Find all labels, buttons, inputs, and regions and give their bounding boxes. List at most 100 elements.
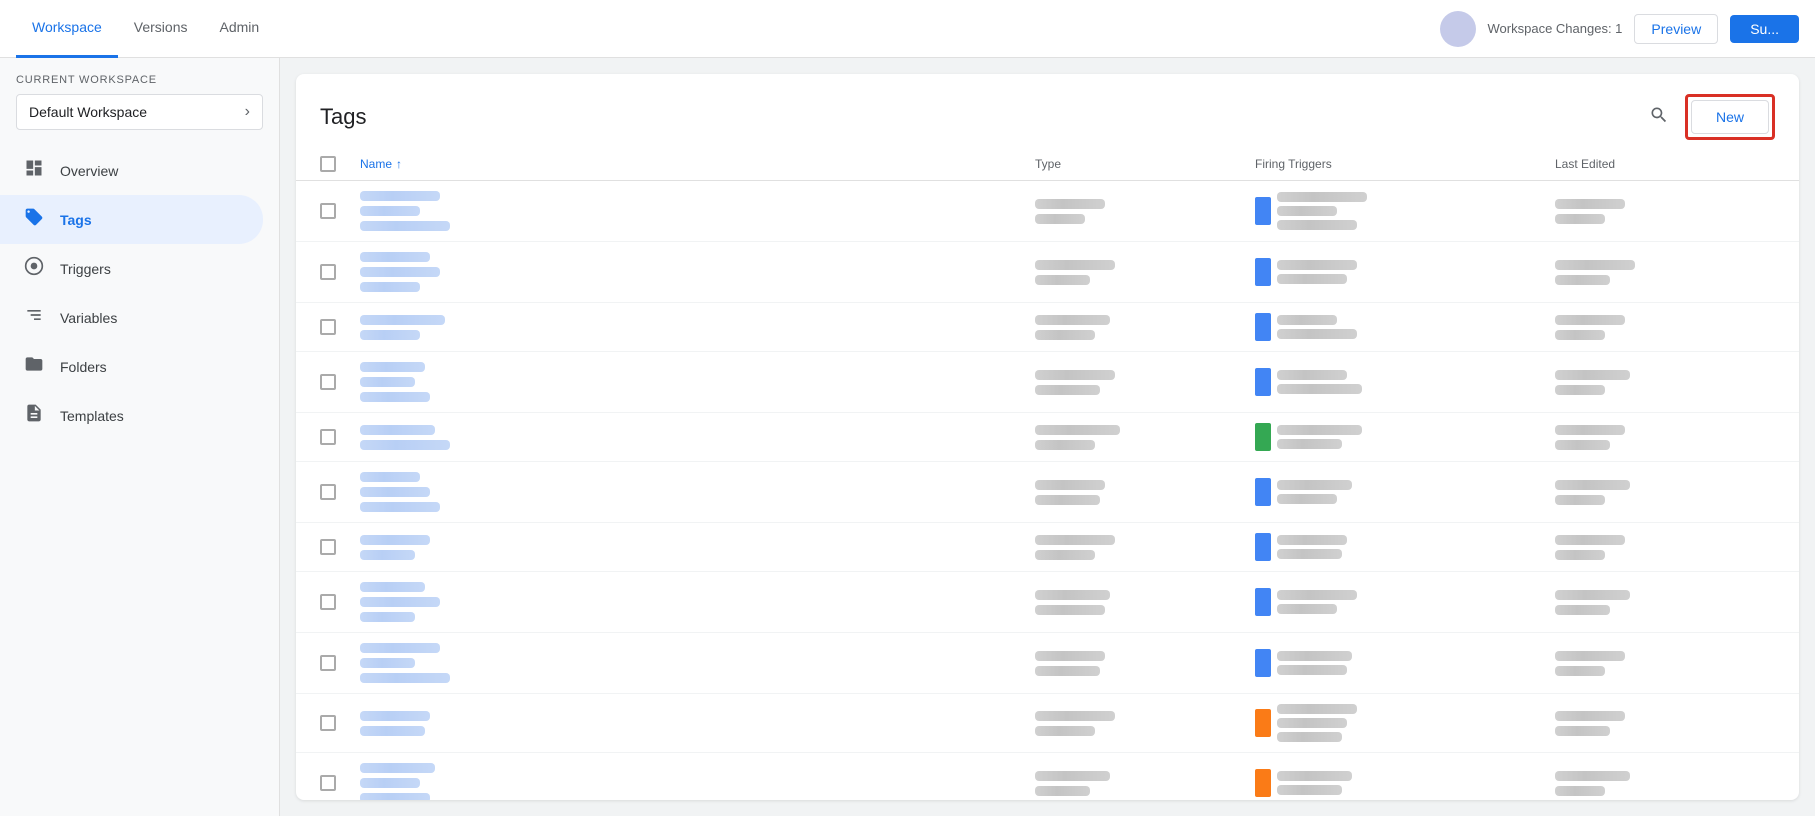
- last-edited-cell: [1555, 370, 1775, 395]
- trigger-icon: [1255, 649, 1271, 677]
- sidebar-item-variables[interactable]: Variables: [0, 293, 263, 342]
- row-checkbox[interactable]: [320, 594, 360, 610]
- sidebar-folders-label: Folders: [60, 359, 107, 375]
- sidebar-tags-label: Tags: [60, 212, 92, 228]
- col-header-firing-triggers: Firing Triggers: [1255, 157, 1555, 171]
- name-cell: [360, 582, 1035, 622]
- name-cell: [360, 643, 1035, 683]
- table-row[interactable]: [296, 303, 1799, 352]
- table-row[interactable]: [296, 462, 1799, 523]
- new-button[interactable]: New: [1691, 100, 1769, 134]
- search-button[interactable]: [1641, 97, 1677, 138]
- preview-button[interactable]: Preview: [1634, 14, 1718, 44]
- row-checkbox[interactable]: [320, 539, 360, 555]
- row-checkbox[interactable]: [320, 715, 360, 731]
- trigger-cell: [1255, 533, 1555, 561]
- type-cell: [1035, 315, 1255, 340]
- table-row[interactable]: [296, 753, 1799, 800]
- last-edited-cell: [1555, 771, 1775, 796]
- name-cell: [360, 425, 1035, 450]
- type-cell: [1035, 480, 1255, 505]
- row-checkbox[interactable]: [320, 319, 360, 335]
- last-edited-cell: [1555, 315, 1775, 340]
- row-checkbox[interactable]: [320, 374, 360, 390]
- row-checkbox[interactable]: [320, 203, 360, 219]
- row-checkbox[interactable]: [320, 264, 360, 280]
- type-cell: [1035, 590, 1255, 615]
- col-header-name[interactable]: Name ↑: [360, 157, 1035, 171]
- folders-icon: [24, 354, 44, 379]
- sort-arrow-icon: ↑: [396, 157, 402, 171]
- name-cell: [360, 472, 1035, 512]
- trigger-icon: [1255, 423, 1271, 451]
- table-row[interactable]: [296, 242, 1799, 303]
- sidebar-item-templates[interactable]: Templates: [0, 391, 263, 440]
- tab-workspace[interactable]: Workspace: [16, 0, 118, 58]
- sidebar-item-folders[interactable]: Folders: [0, 342, 263, 391]
- trigger-icon: [1255, 709, 1271, 737]
- table-row[interactable]: [296, 523, 1799, 572]
- name-cell: [360, 315, 1035, 340]
- sidebar-triggers-label: Triggers: [60, 261, 111, 277]
- workspace-header: CURRENT WORKSPACE Default Workspace ›: [0, 58, 279, 138]
- row-checkbox[interactable]: [320, 484, 360, 500]
- name-cell: [360, 191, 1035, 231]
- last-edited-cell: [1555, 199, 1775, 224]
- sidebar: CURRENT WORKSPACE Default Workspace › Ov…: [0, 58, 280, 816]
- type-cell: [1035, 771, 1255, 796]
- tags-icon: [24, 207, 44, 232]
- select-all-checkbox[interactable]: [320, 156, 360, 172]
- table-row[interactable]: [296, 572, 1799, 633]
- sidebar-templates-label: Templates: [60, 408, 124, 424]
- type-cell: [1035, 199, 1255, 224]
- sidebar-overview-label: Overview: [60, 163, 118, 179]
- table-row[interactable]: [296, 352, 1799, 413]
- row-checkbox[interactable]: [320, 775, 360, 791]
- last-edited-cell: [1555, 651, 1775, 676]
- main-content: Tags New Name ↑ Type: [296, 74, 1799, 800]
- workspace-selector[interactable]: Default Workspace ›: [16, 94, 263, 130]
- table-row[interactable]: [296, 633, 1799, 694]
- table-row[interactable]: [296, 413, 1799, 462]
- tab-admin[interactable]: Admin: [203, 0, 275, 58]
- trigger-cell: [1255, 258, 1555, 286]
- submit-button[interactable]: Su...: [1730, 15, 1799, 43]
- header-actions: New: [1641, 94, 1775, 140]
- trigger-cell: [1255, 368, 1555, 396]
- account-button[interactable]: [1440, 11, 1476, 47]
- table-row[interactable]: [296, 181, 1799, 242]
- type-cell: [1035, 651, 1255, 676]
- trigger-icon: [1255, 197, 1271, 225]
- last-edited-cell: [1555, 425, 1775, 450]
- type-cell: [1035, 535, 1255, 560]
- workspace-changes-label: Workspace Changes: 1: [1488, 21, 1623, 36]
- type-cell: [1035, 711, 1255, 736]
- trigger-icon: [1255, 533, 1271, 561]
- workspace-name: Default Workspace: [29, 104, 147, 120]
- row-checkbox[interactable]: [320, 655, 360, 671]
- name-cell: [360, 763, 1035, 800]
- type-cell: [1035, 260, 1255, 285]
- table-body: [296, 181, 1799, 800]
- sidebar-item-overview[interactable]: Overview: [0, 146, 263, 195]
- last-edited-cell: [1555, 535, 1775, 560]
- trigger-icon: [1255, 478, 1271, 506]
- row-checkbox[interactable]: [320, 429, 360, 445]
- sidebar-item-triggers[interactable]: Triggers: [0, 244, 263, 293]
- name-cell: [360, 711, 1035, 736]
- sidebar-variables-label: Variables: [60, 310, 117, 326]
- content-header: Tags New: [296, 74, 1799, 140]
- table-row[interactable]: [296, 694, 1799, 753]
- trigger-cell: [1255, 588, 1555, 616]
- table-header: Name ↑ Type Firing Triggers Last Edited: [296, 148, 1799, 181]
- last-edited-cell: [1555, 711, 1775, 736]
- triggers-icon: [24, 256, 44, 281]
- tab-versions[interactable]: Versions: [118, 0, 204, 58]
- variables-icon: [24, 305, 44, 330]
- new-button-wrapper: New: [1685, 94, 1775, 140]
- trigger-icon: [1255, 769, 1271, 797]
- trigger-cell: [1255, 192, 1555, 230]
- sidebar-item-tags[interactable]: Tags: [0, 195, 263, 244]
- col-header-last-edited: Last Edited: [1555, 157, 1775, 171]
- type-cell: [1035, 370, 1255, 395]
